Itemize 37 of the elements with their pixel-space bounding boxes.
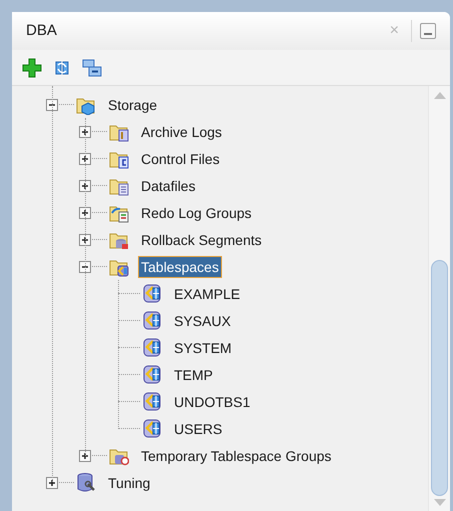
expand-toggle[interactable] bbox=[46, 476, 58, 488]
tree-item[interactable]: Datafiles bbox=[139, 176, 198, 196]
collapse-toggle[interactable] bbox=[46, 98, 58, 110]
tablespace-icon bbox=[142, 418, 162, 439]
expand-toggle[interactable] bbox=[79, 450, 91, 462]
tablespace-icon bbox=[142, 310, 162, 331]
expand-toggle[interactable] bbox=[79, 180, 91, 192]
tree-item[interactable]: Control Files bbox=[139, 148, 222, 168]
tree-item[interactable]: Temporary Tablespace Groups bbox=[139, 446, 334, 466]
tree-item[interactable]: Storage bbox=[106, 94, 160, 114]
panel-title: DBA bbox=[26, 20, 57, 41]
expand-toggle[interactable] bbox=[79, 126, 91, 138]
tablespace-icon bbox=[142, 391, 162, 412]
minimize-button[interactable] bbox=[420, 23, 436, 39]
tree-item[interactable]: SYSTEM bbox=[172, 338, 234, 358]
collapse-toggle[interactable] bbox=[79, 260, 91, 272]
tree-item[interactable]: Rollback Segments bbox=[139, 230, 264, 250]
tree-item[interactable]: EXAMPLE bbox=[172, 284, 242, 304]
tree-item[interactable]: USERS bbox=[172, 418, 224, 438]
tablespace-icon bbox=[142, 337, 162, 358]
expand-toggle[interactable] bbox=[79, 234, 91, 246]
tree-item[interactable]: Tablespaces bbox=[139, 256, 221, 276]
add-icon[interactable] bbox=[22, 58, 42, 78]
expand-toggle[interactable] bbox=[79, 206, 91, 218]
tablespace-icon bbox=[142, 364, 162, 385]
tree-item[interactable]: UNDOTBS1 bbox=[172, 392, 252, 412]
collapse-all-icon[interactable] bbox=[82, 58, 102, 78]
tablespace-icon bbox=[142, 283, 162, 304]
expand-toggle[interactable] bbox=[79, 152, 91, 164]
tree-item[interactable]: TEMP bbox=[172, 364, 215, 384]
tree-item[interactable]: Tuning bbox=[106, 472, 152, 492]
scroll-thumb[interactable] bbox=[431, 260, 448, 496]
tuning-database-icon bbox=[76, 472, 96, 493]
tree-item[interactable]: Archive Logs bbox=[139, 122, 224, 142]
tree-item[interactable]: Redo Log Groups bbox=[139, 202, 254, 222]
tree-item[interactable]: SYSAUX bbox=[172, 310, 233, 330]
scrollbar[interactable] bbox=[428, 86, 450, 511]
